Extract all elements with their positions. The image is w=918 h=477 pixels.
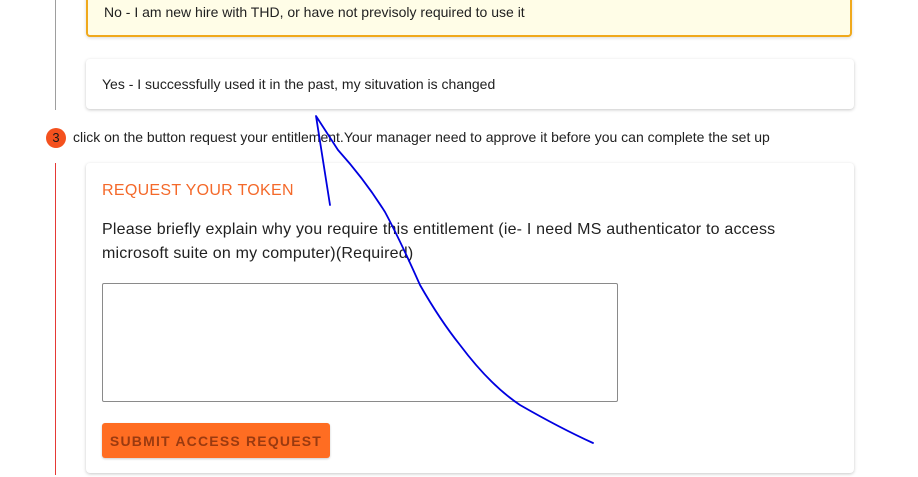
timeline-rail-active [55, 163, 56, 475]
request-token-card: REQUEST YOUR TOKEN Please briefly explai… [86, 163, 854, 473]
timeline-rail [55, 0, 56, 110]
option-card-no[interactable]: No - I am new hire with THD, or have not… [86, 0, 852, 37]
page: No - I am new hire with THD, or have not… [0, 0, 918, 477]
option-card-yes[interactable]: Yes - I successfully used it in the past… [86, 59, 854, 109]
option-label-yes: Yes - I successfully used it in the past… [102, 76, 496, 92]
submit-access-request-button[interactable]: SUBMIT ACCESS REQUEST [102, 423, 330, 458]
justification-textarea[interactable] [102, 283, 618, 402]
request-card-title: REQUEST YOUR TOKEN [102, 182, 294, 199]
step-number-badge: 3 [46, 128, 66, 148]
justification-prompt: Please briefly explain why you require t… [102, 221, 776, 262]
option-label-no: No - I am new hire with THD, or have not… [104, 4, 525, 20]
step-instruction: click on the button request your entitle… [73, 129, 770, 145]
